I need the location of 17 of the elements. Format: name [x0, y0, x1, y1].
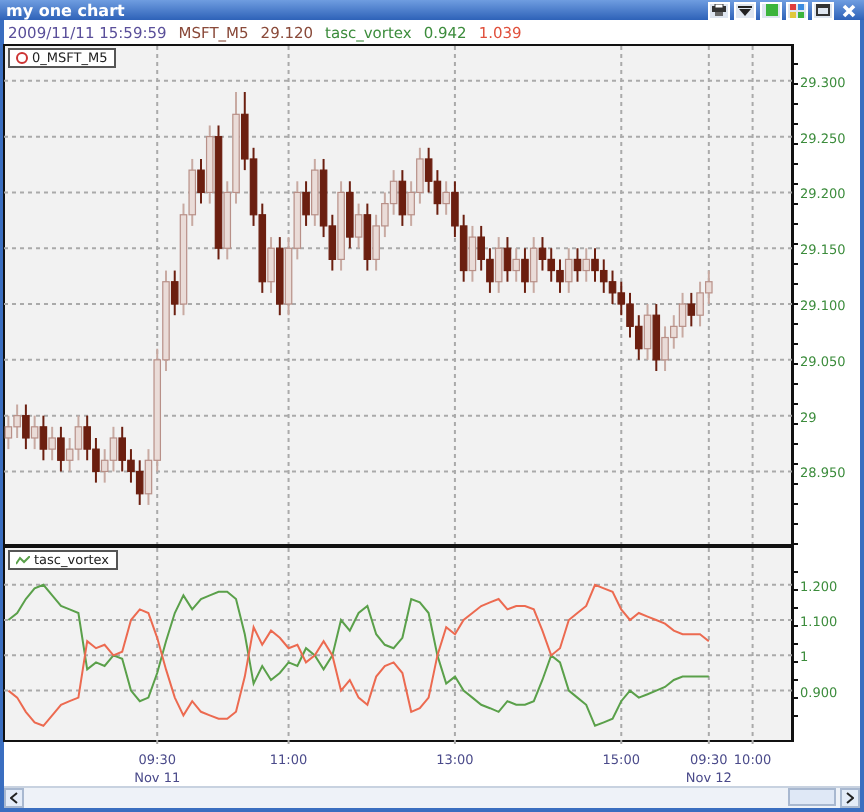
scroll-right-button[interactable]	[840, 788, 860, 808]
window-title: my one chart	[6, 1, 125, 19]
color-button[interactable]	[760, 1, 782, 19]
line-icon	[16, 555, 30, 565]
square-icon	[765, 4, 777, 16]
dropdown-button[interactable]	[734, 1, 756, 19]
restore-button[interactable]	[812, 1, 834, 19]
scroll-left-button[interactable]	[4, 788, 24, 808]
grid-icon	[790, 3, 804, 17]
print-button[interactable]	[708, 1, 730, 19]
printer-icon	[712, 4, 726, 16]
caret-icon	[738, 5, 752, 15]
horizontal-scrollbar[interactable]	[4, 786, 860, 808]
scroll-thumb[interactable]	[788, 788, 836, 806]
layout-button[interactable]	[786, 1, 808, 19]
restore-icon	[816, 4, 830, 16]
close-button[interactable]	[838, 1, 860, 19]
